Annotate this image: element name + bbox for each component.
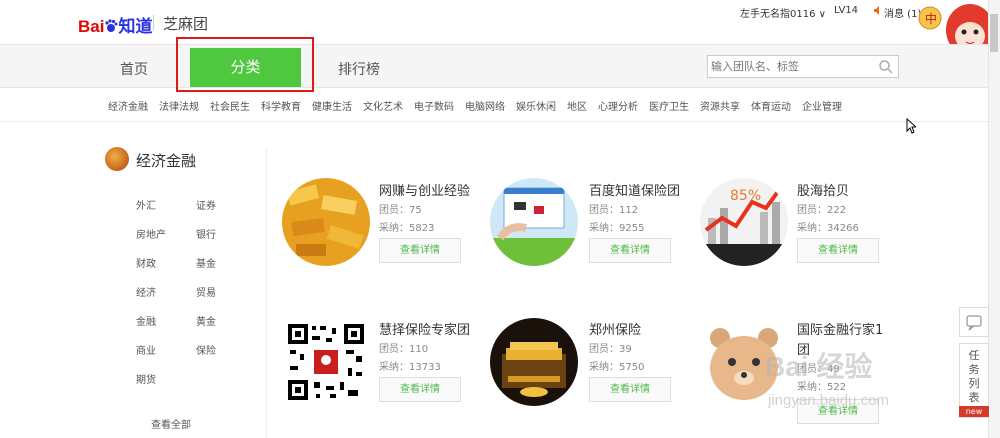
sidebar-item[interactable]: 外汇 xyxy=(136,197,156,212)
baidu-logo[interactable]: Bai 知道 xyxy=(78,12,152,37)
task-char: 表 xyxy=(968,391,980,404)
task-char: 务 xyxy=(968,363,980,376)
group-avatar[interactable]: 85% xyxy=(700,178,788,266)
sidebar-item[interactable]: 黄金 xyxy=(196,313,216,328)
site-name[interactable]: 芝麻团 xyxy=(163,13,208,34)
group-adopted: 采纳：34266 xyxy=(797,223,859,234)
view-details-button[interactable]: 查看详情 xyxy=(589,377,671,402)
group-avatar[interactable] xyxy=(490,318,578,406)
view-details-button[interactable]: 查看详情 xyxy=(379,238,461,263)
group-title[interactable]: 百度知道保险团 xyxy=(589,180,680,199)
new-badge: new xyxy=(959,406,989,417)
sidebar-item[interactable]: 期货 xyxy=(136,371,156,386)
user-level[interactable]: LV14 xyxy=(834,5,858,16)
category-item[interactable]: 社会民生 xyxy=(210,98,250,113)
group-title[interactable]: 慧择保险专家团 xyxy=(379,319,470,338)
sidebar-item[interactable]: 财政 xyxy=(136,255,156,270)
sidebar-item[interactable]: 房地产 xyxy=(136,226,166,241)
group-title[interactable]: 国际金融行家1 xyxy=(797,319,883,338)
view-details-button[interactable]: 查看详情 xyxy=(797,238,879,263)
paw-icon xyxy=(105,19,118,32)
category-item[interactable]: 电子数码 xyxy=(414,98,454,113)
sidebar-item[interactable]: 贸易 xyxy=(196,284,216,299)
search-input[interactable] xyxy=(711,58,871,75)
category-item[interactable]: 经济金融 xyxy=(108,98,148,113)
view-all-link[interactable]: 查看全部 xyxy=(151,416,191,431)
task-char: 任 xyxy=(968,349,980,362)
group-adopted: 采纳：9255 xyxy=(589,223,645,234)
sidebar-item[interactable]: 证券 xyxy=(196,197,216,212)
nav-home[interactable]: 首页 xyxy=(120,59,148,79)
user-menu[interactable]: 左手无名指0116 ∨ xyxy=(740,5,826,20)
sidebar-item[interactable]: 经济 xyxy=(136,284,156,299)
qr-code-avatar[interactable] xyxy=(286,322,366,402)
category-item[interactable]: 地区 xyxy=(567,98,587,113)
scrollbar-track[interactable] xyxy=(988,0,1000,438)
sidebar-item[interactable]: 保险 xyxy=(196,342,216,357)
group-adopted: 采纳：5750 xyxy=(589,362,645,373)
category-item[interactable]: 娱乐休闲 xyxy=(516,98,556,113)
chat-icon xyxy=(966,315,982,331)
group-title[interactable]: 郑州保险 xyxy=(589,319,641,338)
group-members: 团员：110 xyxy=(379,344,429,355)
category-item[interactable]: 心理分析 xyxy=(598,98,638,113)
group-members: 团员：75 xyxy=(379,205,422,216)
feedback-button[interactable] xyxy=(959,307,989,337)
category-bar: 经济金融 法律法规 社会民生 科学教育 健康生活 文化艺术 电子数码 电脑网络 … xyxy=(0,89,1000,122)
category-icon xyxy=(105,147,129,171)
sidebar-title: 经济金融 xyxy=(136,152,197,170)
sidebar-item[interactable]: 银行 xyxy=(196,226,216,241)
group-adopted: 采纳：13733 xyxy=(379,362,441,373)
svg-text:中: 中 xyxy=(925,11,937,26)
svg-text:85%: 85% xyxy=(730,188,761,204)
sidebar-item[interactable]: 基金 xyxy=(196,255,216,270)
watermark-logo: Bai 经验 xyxy=(765,351,873,382)
sidebar-item[interactable]: 金融 xyxy=(136,313,156,328)
watermark-url: jingyan.baidu.com xyxy=(768,392,889,409)
nav-ranking[interactable]: 排行榜 xyxy=(338,59,380,79)
view-details-button[interactable]: 查看详情 xyxy=(589,238,671,263)
highlight-box xyxy=(176,37,314,92)
group-avatar[interactable] xyxy=(282,178,370,266)
logo-text-red: Bai xyxy=(78,17,105,36)
mouse-cursor-icon xyxy=(906,118,916,134)
sidebar-item[interactable]: 商业 xyxy=(136,342,156,357)
category-item[interactable]: 科学教育 xyxy=(261,98,301,113)
category-item[interactable]: 医疗卫生 xyxy=(649,98,689,113)
category-item[interactable]: 健康生活 xyxy=(312,98,352,113)
group-members: 团员：39 xyxy=(589,344,632,355)
group-members: 团员：112 xyxy=(589,205,639,216)
sidebar-divider xyxy=(266,148,267,438)
group-members: 团员：222 xyxy=(797,205,847,216)
logo-divider xyxy=(153,15,154,30)
search-box xyxy=(707,55,899,78)
category-item[interactable]: 体育运动 xyxy=(751,98,791,113)
category-item[interactable]: 文化艺术 xyxy=(363,98,403,113)
view-details-button[interactable]: 查看详情 xyxy=(379,377,461,402)
scrollbar-thumb[interactable] xyxy=(990,14,998,52)
speaker-icon xyxy=(874,6,879,15)
top-bar: Bai 知道 芝麻团 左手无名指0116 ∨ LV14 消息 (1) xyxy=(0,0,1000,44)
task-char: 列 xyxy=(968,377,980,390)
category-item[interactable]: 企业管理 xyxy=(802,98,842,113)
group-avatar[interactable] xyxy=(490,178,578,266)
group-title[interactable]: 网赚与创业经验 xyxy=(379,180,470,199)
search-icon[interactable] xyxy=(878,59,894,75)
category-item[interactable]: 法律法规 xyxy=(159,98,199,113)
category-item[interactable]: 电脑网络 xyxy=(465,98,505,113)
category-item[interactable]: 资源共享 xyxy=(700,98,740,113)
logo-text-blue: 知道 xyxy=(118,17,153,36)
group-title[interactable]: 股海拾贝 xyxy=(797,180,849,199)
group-adopted: 采纳：5823 xyxy=(379,223,435,234)
